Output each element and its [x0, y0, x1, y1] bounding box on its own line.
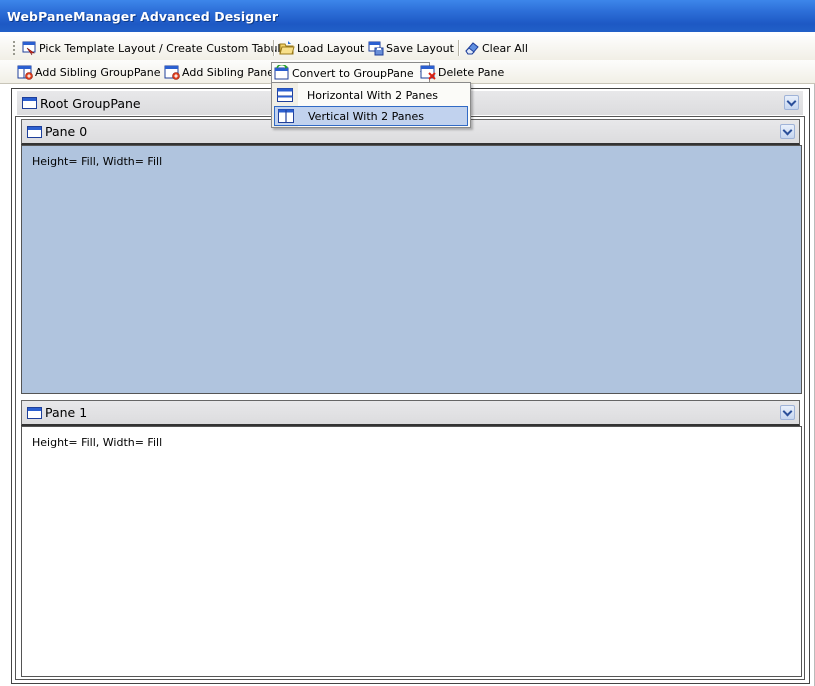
pane-0-size-info: Height= Fill, Width= Fill	[32, 155, 163, 168]
root-grouppane-title: Root GroupPane	[40, 95, 141, 111]
window-title-bar: WebPaneManager Advanced Designer	[0, 0, 815, 32]
pane-1-body[interactable]: Height= Fill, Width= Fill	[21, 426, 802, 677]
clear-all-label: Clear All	[482, 41, 528, 55]
toolbar-secondary: Add Sibling GroupPane Add Sibling Pane C…	[0, 60, 815, 84]
vertical-split-icon	[278, 109, 294, 123]
add-sibling-pane-label: Add Sibling Pane	[182, 65, 274, 79]
toolbar-separator	[458, 40, 460, 56]
add-grouppane-icon	[17, 65, 33, 80]
template-layout-icon	[22, 41, 36, 56]
horizontal-split-icon	[277, 88, 293, 102]
load-layout-label: Load Layout	[297, 41, 365, 55]
convert-icon	[274, 65, 289, 80]
pane-1-size-info: Height= Fill, Width= Fill	[32, 436, 163, 449]
pick-template-button[interactable]: Pick Template Layout / Create Custom Tab…	[21, 39, 292, 57]
window-icon	[27, 125, 42, 138]
delete-pane-icon	[420, 65, 436, 80]
window-icon	[22, 97, 37, 109]
toolbar-primary: Pick Template Layout / Create Custom Tab…	[0, 36, 815, 60]
add-sibling-pane-button[interactable]: Add Sibling Pane	[164, 63, 274, 81]
save-layout-button[interactable]: Save Layout	[368, 39, 454, 57]
convert-to-grouppane-menu: Horizontal With 2 Panes Vertical With 2 …	[271, 82, 471, 128]
chevron-down-icon[interactable]	[784, 95, 799, 110]
window-icon	[27, 406, 42, 419]
chevron-down-icon[interactable]	[780, 124, 795, 139]
eraser-icon	[465, 42, 479, 55]
pane-0-body[interactable]: Height= Fill, Width= Fill	[21, 145, 802, 394]
add-sibling-grouppane-label: Add Sibling GroupPane	[35, 65, 161, 79]
convert-to-grouppane-label: Convert to GroupPane	[292, 66, 414, 80]
pane-1-title: Pane 1	[45, 405, 88, 420]
pane-1-header[interactable]: Pane 1	[21, 400, 800, 426]
add-pane-icon	[164, 65, 180, 80]
pane-0-title: Pane 0	[45, 124, 88, 139]
chevron-down-icon[interactable]	[780, 405, 795, 420]
toolbar-separator	[273, 40, 275, 56]
clear-all-button[interactable]: Clear All	[464, 39, 528, 57]
menu-item-horizontal-2-panes[interactable]: Horizontal With 2 Panes	[274, 85, 468, 105]
add-sibling-grouppane-button[interactable]: Add Sibling GroupPane	[17, 63, 173, 81]
menu-item-vertical-2-panes[interactable]: Vertical With 2 Panes	[274, 106, 468, 126]
menu-item-label: Vertical With 2 Panes	[308, 109, 424, 123]
pick-template-label: Pick Template Layout / Create Custom Tab…	[39, 41, 292, 55]
save-layout-label: Save Layout	[386, 41, 454, 55]
menu-item-label: Horizontal With 2 Panes	[307, 88, 438, 102]
delete-pane-label: Delete Pane	[438, 65, 505, 79]
delete-pane-button[interactable]: Delete Pane	[420, 63, 504, 81]
load-layout-button[interactable]: Load Layout	[279, 39, 364, 57]
toolbar-gripper[interactable]	[13, 41, 15, 55]
convert-to-grouppane-button[interactable]: Convert to GroupPane	[271, 62, 430, 83]
window-title: WebPaneManager Advanced Designer	[7, 9, 279, 24]
save-layout-icon	[368, 41, 384, 56]
folder-open-icon	[279, 41, 295, 55]
